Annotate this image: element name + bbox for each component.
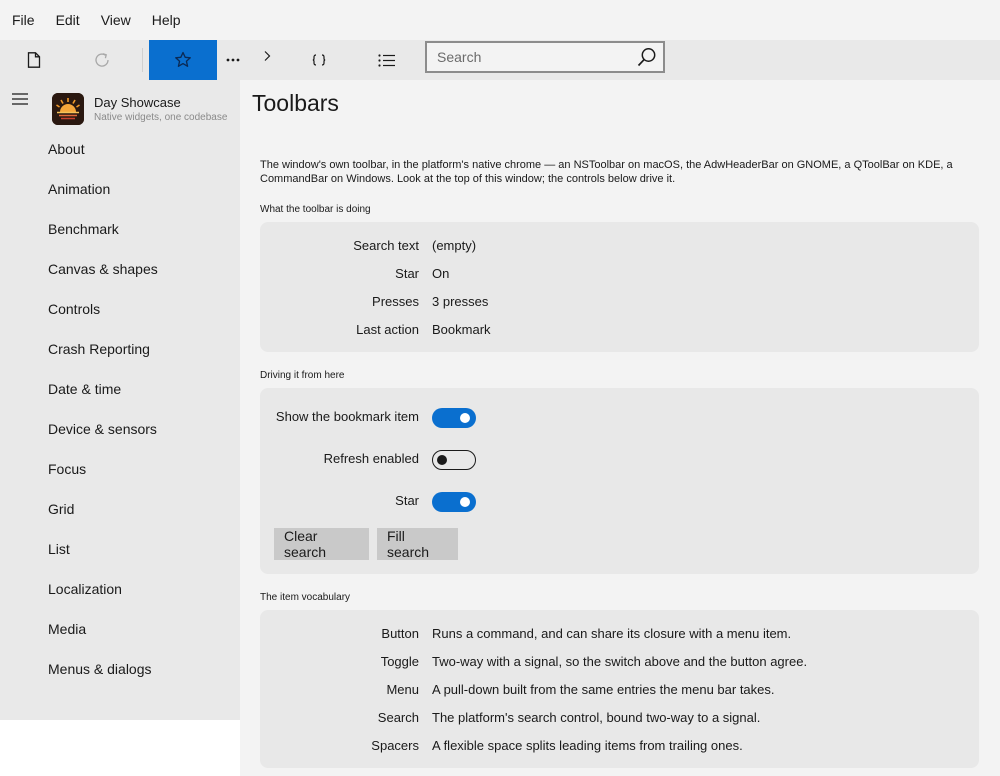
vocab-value: Runs a command, and can share its closur… <box>432 626 792 641</box>
star-toggle[interactable] <box>432 492 476 512</box>
star-icon <box>175 51 191 67</box>
sidebar-nav: About Animation Benchmark Canvas & shape… <box>0 129 240 689</box>
status-row: Search text (empty) <box>260 238 979 258</box>
vocab-panel: Button Runs a command, and can share its… <box>260 610 979 768</box>
refresh-enabled-toggle[interactable] <box>432 450 476 470</box>
sidebar-item-grid[interactable]: Grid <box>0 489 240 529</box>
refresh-button[interactable] <box>82 40 122 80</box>
status-value: On <box>432 266 450 281</box>
sidebar-item-media[interactable]: Media <box>0 609 240 649</box>
menu-help[interactable]: Help <box>144 0 189 40</box>
page-title: Toolbars <box>252 90 339 116</box>
sidebar-item-about[interactable]: About <box>0 129 240 169</box>
vocab-value: The platform's search control, bound two… <box>432 710 761 725</box>
page-intro: The window's own toolbar, in the platfor… <box>260 159 953 185</box>
search-icon[interactable] <box>637 47 657 67</box>
vocab-label: Menu <box>386 682 419 697</box>
status-value: Bookmark <box>432 322 491 337</box>
drive-section-title: Driving it from here <box>260 370 345 381</box>
app-tagline: Native widgets, one codebase <box>94 112 228 123</box>
refresh-icon <box>95 53 109 67</box>
sidebar-item-benchmark[interactable]: Benchmark <box>0 209 240 249</box>
hamburger-menu-icon[interactable] <box>11 91 29 107</box>
fill-search-button[interactable]: Fill search <box>377 528 458 560</box>
chevron-right-icon <box>264 51 271 61</box>
vocab-section-title: The item vocabulary <box>260 592 351 603</box>
menu-view[interactable]: View <box>93 0 139 40</box>
toggle-label: Refresh enabled <box>323 451 419 466</box>
list-icon <box>378 53 395 67</box>
toggle-knob <box>460 413 470 423</box>
main-content: Toolbars The window's own toolbar, in th… <box>240 80 1000 776</box>
app-logo-icon <box>52 93 84 125</box>
status-label: Search text <box>353 238 419 253</box>
status-value: 3 presses <box>432 294 489 309</box>
sidebar-item-canvas-shapes[interactable]: Canvas & shapes <box>0 249 240 289</box>
clear-search-button[interactable]: Clear search <box>274 528 369 560</box>
menu-bar: File Edit View Help <box>0 0 1000 40</box>
drive-panel: Show the bookmark item Refresh enabled S… <box>260 388 979 574</box>
toggle-row: Refresh enabled <box>260 451 979 471</box>
status-label: Star <box>395 266 419 281</box>
vocab-label: Toggle <box>380 654 419 669</box>
menu-file[interactable]: File <box>4 0 43 40</box>
list-button[interactable] <box>374 40 400 80</box>
new-document-button[interactable] <box>14 40 54 80</box>
toggle-knob <box>460 497 470 507</box>
status-label: Last action <box>356 322 419 337</box>
more-button[interactable] <box>222 40 244 80</box>
sidebar-item-localization[interactable]: Localization <box>0 569 240 609</box>
ellipsis-icon <box>226 58 240 62</box>
star-toggle-button[interactable] <box>149 40 217 80</box>
search-input[interactable] <box>427 43 627 71</box>
braces-icon <box>312 54 326 66</box>
sidebar: Day Showcase Native widgets, one codebas… <box>0 80 240 720</box>
toolbar-separator <box>142 48 143 72</box>
vocab-row: Menu A pull-down built from the same ent… <box>260 682 979 702</box>
app-name: Day Showcase <box>94 95 181 110</box>
overflow-chevron-button[interactable] <box>258 40 276 72</box>
vocab-value: Two-way with a signal, so the switch abo… <box>432 654 808 669</box>
sidebar-item-date-time[interactable]: Date & time <box>0 369 240 409</box>
toggle-knob <box>437 454 447 465</box>
status-panel: Search text (empty) Star On Presses 3 pr… <box>260 222 979 352</box>
menu-edit[interactable]: Edit <box>48 0 88 40</box>
status-section-title: What the toolbar is doing <box>260 204 371 215</box>
vocab-label: Button <box>381 626 419 641</box>
toggle-row: Star <box>260 493 979 513</box>
toolbar <box>0 40 1000 80</box>
sidebar-item-crash-reporting[interactable]: Crash Reporting <box>0 329 240 369</box>
toggle-row: Show the bookmark item <box>260 409 979 429</box>
vocab-row: Search The platform's search control, bo… <box>260 710 979 730</box>
sidebar-item-controls[interactable]: Controls <box>0 289 240 329</box>
vocab-value: A pull-down built from the same entries … <box>432 682 775 697</box>
status-row: Presses 3 presses <box>260 294 979 314</box>
sidebar-item-device-sensors[interactable]: Device & sensors <box>0 409 240 449</box>
toolbar-search <box>425 41 665 73</box>
code-button[interactable] <box>306 40 332 80</box>
status-value: (empty) <box>432 238 477 253</box>
vocab-label: Search <box>377 710 419 725</box>
toggle-label: Star <box>395 493 419 508</box>
status-label: Presses <box>372 294 419 309</box>
vocab-row: Button Runs a command, and can share its… <box>260 626 979 646</box>
sidebar-item-menus-dialogs[interactable]: Menus & dialogs <box>0 649 240 689</box>
show-bookmark-toggle[interactable] <box>432 408 476 428</box>
sidebar-item-animation[interactable]: Animation <box>0 169 240 209</box>
toggle-label: Show the bookmark item <box>275 409 419 424</box>
status-row: Star On <box>260 266 979 286</box>
sidebar-item-list[interactable]: List <box>0 529 240 569</box>
vocab-label: Spacers <box>371 738 419 753</box>
vocab-row: Toggle Two-way with a signal, so the swi… <box>260 654 979 674</box>
vocab-value: A flexible space splits leading items fr… <box>432 738 743 753</box>
vocab-row: Spacers A flexible space splits leading … <box>260 738 979 758</box>
document-icon <box>27 52 41 68</box>
sidebar-item-focus[interactable]: Focus <box>0 449 240 489</box>
status-row: Last action Bookmark <box>260 322 979 342</box>
